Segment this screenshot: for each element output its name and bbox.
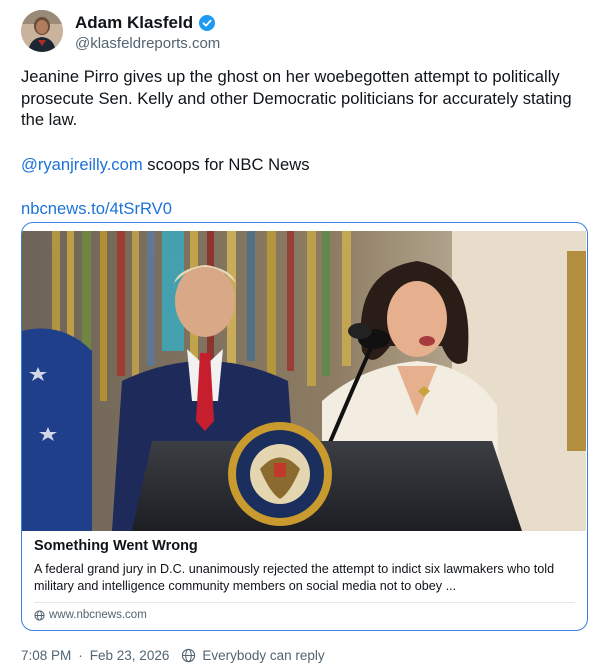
link-card[interactable]: Something Went Wrong A federal grand jur… bbox=[21, 222, 588, 631]
post: Adam Klasfeld @klasfeldreports.com Jeani… bbox=[0, 0, 606, 672]
verified-badge-icon bbox=[199, 15, 216, 31]
mention-link[interactable]: @ryanjreilly.com bbox=[21, 155, 143, 174]
link-card-image bbox=[22, 231, 586, 531]
link-card-domain-row: www.nbcnews.com bbox=[34, 609, 147, 621]
mention-suffix: scoops for NBC News bbox=[142, 155, 310, 174]
globe-icon bbox=[182, 648, 196, 663]
reply-audience[interactable]: Everybody can reply bbox=[202, 648, 324, 663]
author-avatar[interactable] bbox=[21, 10, 63, 52]
post-text: Jeanine Pirro gives up the ghost on her … bbox=[21, 66, 581, 131]
author-handle[interactable]: @klasfeldreports.com bbox=[75, 35, 220, 52]
post-footer: 7:08 PM · Feb 23, 2026 Everybody can rep… bbox=[21, 648, 325, 663]
author-name-row: Adam Klasfeld bbox=[75, 13, 216, 33]
link-card-domain: www.nbcnews.com bbox=[49, 609, 147, 621]
avatar-image bbox=[21, 10, 63, 52]
globe-icon bbox=[34, 609, 45, 621]
author-name[interactable]: Adam Klasfeld bbox=[75, 13, 193, 33]
post-body: Jeanine Pirro gives up the ghost on her … bbox=[21, 67, 572, 129]
url-line: nbcnews.to/4tSrRV0 bbox=[21, 198, 172, 219]
mention-line: @ryanjreilly.com scoops for NBC News bbox=[21, 154, 310, 175]
post-time[interactable]: 7:08 PM bbox=[21, 648, 71, 663]
link-card-divider bbox=[34, 602, 575, 603]
post-url-link[interactable]: nbcnews.to/4tSrRV0 bbox=[21, 199, 172, 218]
link-card-title: Something Went Wrong bbox=[34, 538, 198, 554]
footer-separator: · bbox=[78, 648, 83, 663]
link-card-description: A federal grand jury in D.C. unanimously… bbox=[34, 562, 555, 593]
post-date[interactable]: Feb 23, 2026 bbox=[90, 648, 170, 663]
